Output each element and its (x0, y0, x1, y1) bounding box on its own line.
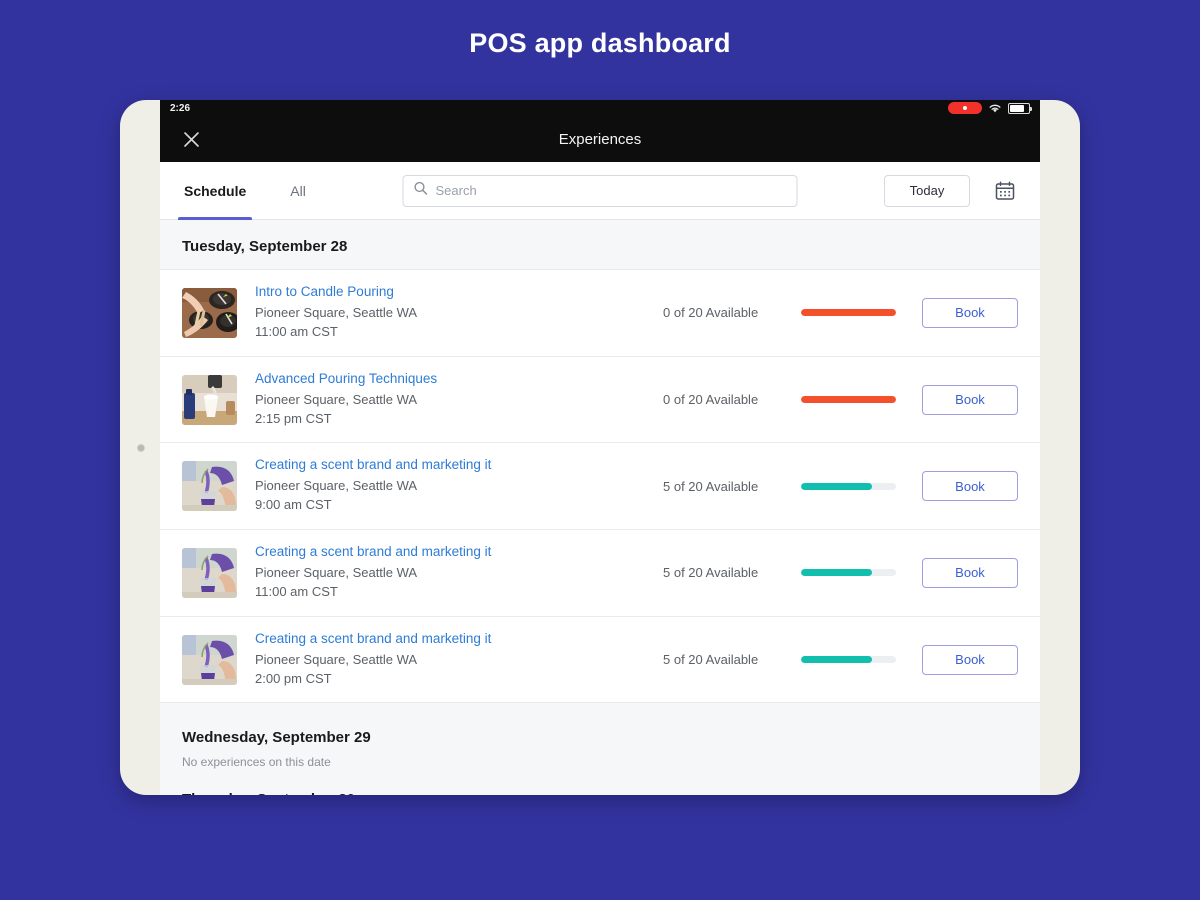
close-icon[interactable] (178, 126, 204, 152)
book-button[interactable]: Book (922, 644, 1018, 675)
availability-text: 5 of 20 Available (663, 565, 759, 581)
event-location: Pioneer Square, Seattle WA (255, 478, 418, 494)
capacity-bar-fill (801, 309, 896, 317)
status-indicators (948, 102, 1032, 114)
event-time: 11:00 am CST (255, 583, 338, 599)
day-header: Thursday, September 30 (160, 779, 1040, 795)
event-location: Pioneer Square, Seattle WA (255, 565, 418, 581)
capacity-bar (801, 309, 896, 317)
day-empty-text: No experiences on this date (182, 755, 331, 770)
event-title-link[interactable]: Advanced Pouring Techniques (255, 371, 663, 386)
battery-icon (1008, 102, 1032, 114)
event-location: Pioneer Square, Seattle WA (255, 391, 418, 407)
book-button[interactable]: Book (922, 557, 1018, 588)
capacity-bar (801, 569, 896, 577)
availability-text: 5 of 20 Available (663, 652, 759, 668)
table-row[interactable]: Creating a scent brand and marketing it … (160, 530, 1040, 617)
candle-pouring-hands-photo (182, 287, 237, 338)
day-header-title: Thursday, September 30 (182, 791, 1018, 795)
purple-pour-glass-photo (182, 547, 237, 598)
event-title-link[interactable]: Creating a scent brand and marketing it (255, 457, 663, 472)
page-title: POS app dashboard (469, 28, 731, 58)
table-row[interactable]: Creating a scent brand and marketing it … (160, 616, 1040, 704)
event-time: 9:00 am CST (255, 497, 332, 513)
tablet-camera-icon (137, 444, 145, 452)
event-location: Pioneer Square, Seattle WA (255, 651, 418, 667)
table-row[interactable]: Advanced Pouring Techniques Pioneer Squa… (160, 356, 1040, 444)
availability-text: 0 of 20 Available (663, 305, 759, 321)
event-info: Creating a scent brand and marketing it … (255, 631, 663, 689)
schedule-list[interactable]: Tuesday, September 28 Intro to Candle Po… (160, 220, 1040, 795)
toolbar: Schedule All Today (160, 162, 1040, 220)
availability-text: 0 of 20 Available (663, 392, 759, 408)
day-header: Wednesday, September 29 No experiences o… (160, 703, 1040, 780)
table-row[interactable]: Creating a scent brand and marketing it … (160, 443, 1040, 531)
event-info: Intro to Candle Pouring Pioneer Square, … (255, 284, 663, 342)
status-time: 2:26 (170, 102, 191, 114)
availability-text: 5 of 20 Available (663, 478, 759, 494)
event-title-link[interactable]: Creating a scent brand and marketing it (255, 544, 663, 559)
event-info: Advanced Pouring Techniques Pioneer Squa… (255, 371, 663, 429)
search-icon (414, 181, 428, 200)
capacity-bar-fill (801, 482, 873, 490)
app-title: Experiences (558, 130, 642, 148)
capacity-bar (801, 482, 896, 490)
day-header: Tuesday, September 28 (160, 220, 1040, 270)
event-info: Creating a scent brand and marketing it … (255, 457, 663, 515)
tablet-screen: 2:26 Experiences Schedule All Search Tod… (160, 100, 1040, 795)
book-button[interactable]: Book (922, 384, 1018, 415)
event-title-link[interactable]: Creating a scent brand and marketing it (255, 631, 663, 646)
app-nav-bar: Experiences (160, 116, 1040, 162)
event-location: Pioneer Square, Seattle WA (255, 305, 418, 320)
purple-pour-glass-photo (182, 461, 237, 512)
event-time: 2:15 pm CST (255, 410, 332, 426)
calendar-icon[interactable] (992, 178, 1018, 204)
day-header-title: Tuesday, September 28 (182, 238, 348, 255)
record-icon (948, 102, 982, 114)
capacity-bar-fill (801, 656, 873, 664)
status-bar: 2:26 (160, 100, 1040, 116)
capacity-bar-fill (801, 569, 873, 577)
wax-pour-cup-photo (182, 374, 237, 425)
event-time: 11:00 am CST (255, 323, 338, 339)
tab-all[interactable]: All (288, 162, 308, 220)
book-button[interactable]: Book (922, 297, 1018, 328)
tab-list: Schedule All (177, 162, 348, 220)
purple-pour-glass-photo (182, 634, 237, 685)
today-button[interactable]: Today (884, 174, 970, 207)
search-field[interactable] (402, 174, 798, 207)
capacity-bar (801, 656, 896, 664)
book-button[interactable]: Book (922, 471, 1018, 502)
toolbar-actions: Today (884, 174, 1018, 207)
event-info: Creating a scent brand and marketing it … (255, 544, 663, 602)
table-row[interactable]: Intro to Candle Pouring Pioneer Square, … (160, 270, 1040, 357)
day-header-title: Wednesday, September 29 (182, 729, 371, 747)
tab-schedule[interactable]: Schedule (177, 162, 253, 220)
event-time: 2:00 pm CST (255, 670, 332, 686)
capacity-bar-fill (801, 396, 896, 404)
event-title-link[interactable]: Intro to Candle Pouring (255, 284, 663, 299)
tablet-device: 2:26 Experiences Schedule All Search Tod… (120, 100, 1080, 795)
wifi-icon (988, 103, 1002, 114)
search-input[interactable] (435, 183, 787, 198)
capacity-bar (801, 396, 896, 404)
